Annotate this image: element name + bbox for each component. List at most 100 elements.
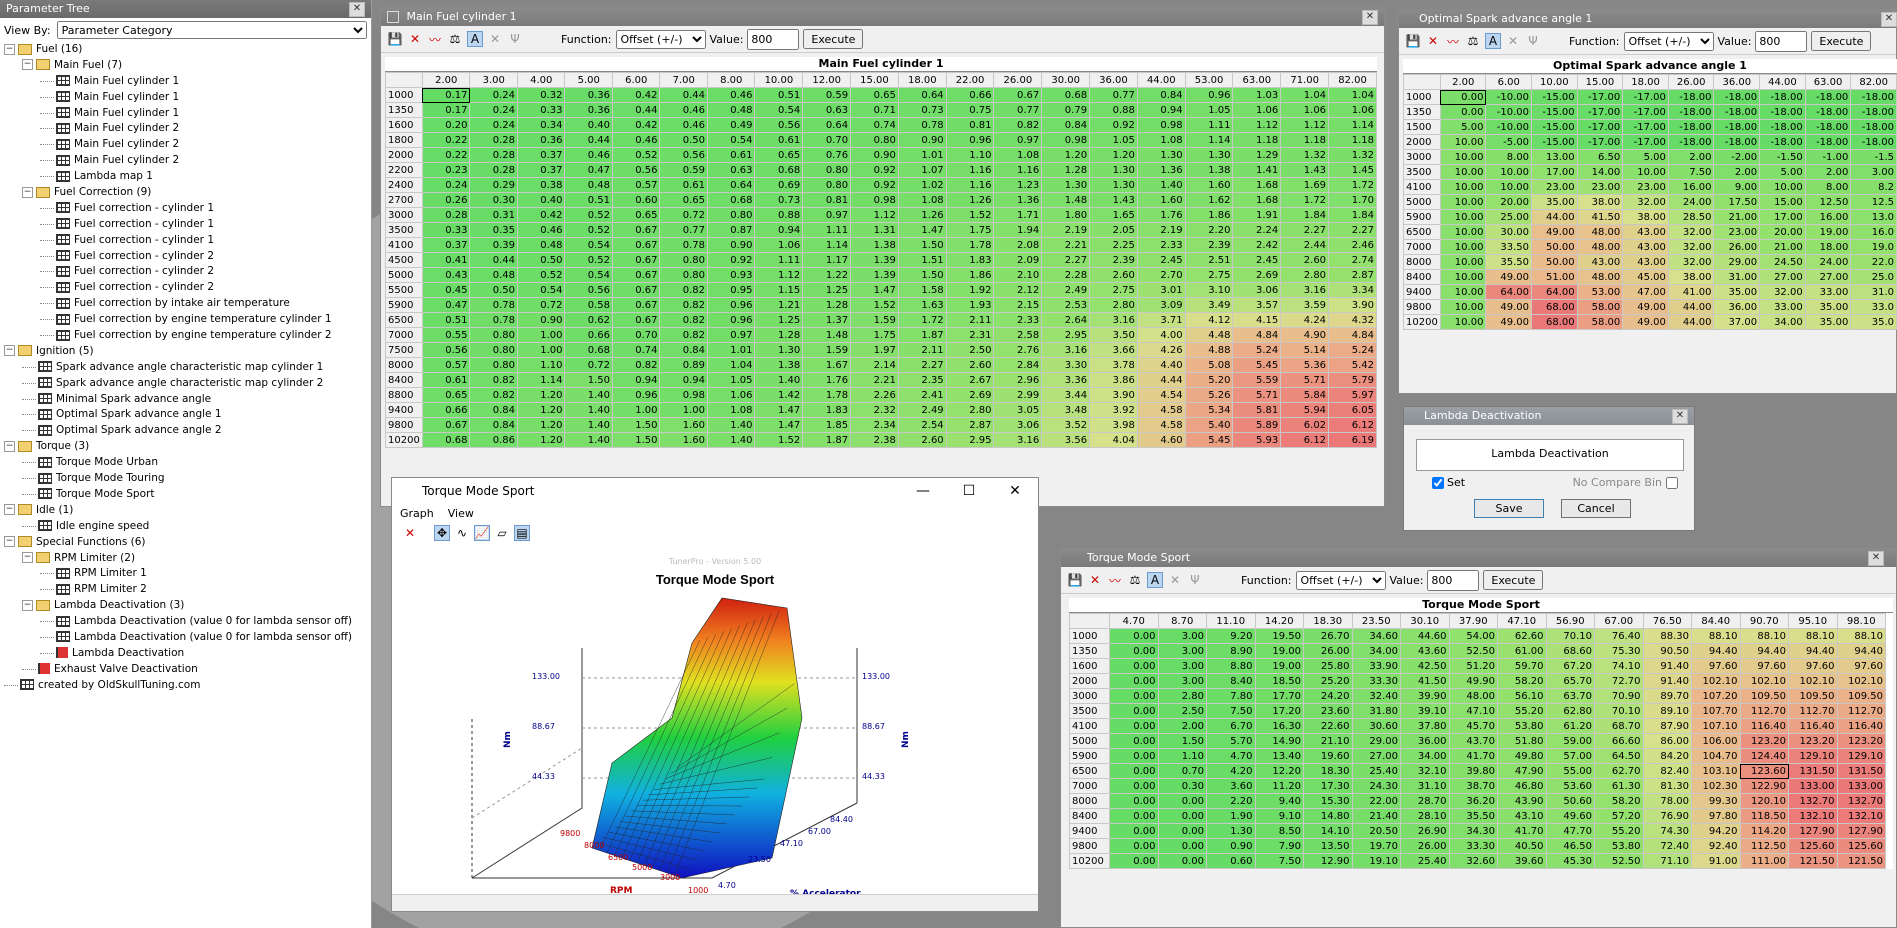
table-cell[interactable]: -18.00: [1667, 89, 1715, 105]
tree-node[interactable]: Spark advance angle characteristic map c…: [4, 360, 371, 376]
table-cell[interactable]: 129.10: [1788, 748, 1838, 764]
table-cell[interactable]: 4.40: [1136, 357, 1186, 373]
table-cell[interactable]: 35.0: [1850, 314, 1897, 330]
table-cell[interactable]: 2.53: [1041, 297, 1091, 313]
table-cell[interactable]: 3.09: [1136, 297, 1186, 313]
table-cell[interactable]: 25.20: [1303, 673, 1353, 689]
table-cell[interactable]: 88.10: [1691, 628, 1741, 644]
table-cell[interactable]: 0.88: [1089, 102, 1138, 118]
table-cell[interactable]: 59.00: [1545, 733, 1595, 749]
table-cell[interactable]: 1.50: [564, 372, 613, 388]
table-cell[interactable]: 0.59: [802, 87, 852, 103]
table-cell[interactable]: 1.20: [516, 417, 566, 433]
table-cell[interactable]: 1.25: [802, 282, 852, 298]
table-cell[interactable]: 45.30: [1545, 853, 1595, 869]
table-cell[interactable]: 0.97: [706, 327, 756, 343]
table-cell[interactable]: 15.30: [1303, 793, 1353, 809]
table-cell[interactable]: 102.10: [1788, 673, 1838, 689]
table-cell[interactable]: -18.00: [1804, 104, 1852, 120]
table-cell[interactable]: 2.49: [1041, 282, 1091, 298]
table-cell[interactable]: 49.00: [1531, 224, 1578, 240]
table-cell[interactable]: 19.50: [1254, 628, 1304, 644]
text-icon[interactable]: A: [467, 31, 483, 47]
table-cell[interactable]: 0.43: [421, 267, 471, 283]
table-cell[interactable]: 0.22: [421, 147, 471, 163]
set-checkbox[interactable]: [1432, 476, 1444, 489]
table-cell[interactable]: 16.00: [1667, 179, 1715, 195]
table-cell[interactable]: 35.00: [1531, 194, 1578, 210]
table-cell[interactable]: 1.70: [1328, 192, 1377, 208]
tree-node[interactable]: Lambda Deactivation (value 0 for lambda …: [4, 630, 371, 646]
table-cell[interactable]: 64.50: [1594, 748, 1644, 764]
table-cell[interactable]: 0.82: [659, 327, 708, 343]
table-cell[interactable]: 5.08: [1184, 357, 1234, 373]
table-cell[interactable]: 97.60: [1691, 658, 1741, 674]
table-cell[interactable]: 5.40: [1184, 417, 1234, 433]
table-cell[interactable]: 45.70: [1448, 718, 1498, 734]
table-cell[interactable]: 1.06: [706, 387, 756, 403]
tree-node[interactable]: RPM Limiter 2: [4, 582, 371, 598]
table-cell[interactable]: 1.00: [659, 402, 708, 418]
close-icon[interactable]: ✕: [1672, 409, 1688, 424]
table-cell[interactable]: 123.20: [1836, 733, 1886, 749]
table-cell[interactable]: 61.30: [1594, 778, 1644, 794]
table-cell[interactable]: 34.00: [1759, 314, 1806, 330]
table-cell[interactable]: 74.30: [1642, 823, 1692, 839]
table-cell[interactable]: 17.50: [1713, 194, 1761, 210]
table-cell[interactable]: 1.69: [1280, 177, 1330, 193]
table-cell[interactable]: 0.98: [659, 387, 708, 403]
table-cell[interactable]: -15.00: [1531, 104, 1578, 120]
table-cell[interactable]: 0.60: [611, 192, 661, 208]
table-cell[interactable]: 14.80: [1303, 808, 1353, 824]
table-cell[interactable]: 7.90: [1254, 838, 1304, 854]
table-cell[interactable]: 2.35: [897, 372, 947, 388]
table-cell[interactable]: 3.44: [1041, 387, 1091, 403]
table-cell[interactable]: 22.60: [1303, 718, 1353, 734]
table-cell[interactable]: 2.80: [1280, 267, 1330, 283]
table-cell[interactable]: 0.52: [611, 147, 661, 163]
table-cell[interactable]: 0.00: [1109, 658, 1159, 674]
table-cell[interactable]: 44.00: [1531, 209, 1578, 225]
table-cell[interactable]: 33.00: [1804, 284, 1852, 300]
table-cell[interactable]: 0.00: [1109, 823, 1159, 839]
table-cell[interactable]: -15.00: [1531, 89, 1578, 105]
collapse-icon[interactable]: −: [4, 345, 15, 357]
table-cell[interactable]: 53.00: [1576, 284, 1624, 300]
table-cell[interactable]: 10.00: [1439, 254, 1487, 270]
tools-icon[interactable]: ✕: [1167, 572, 1183, 588]
table-cell[interactable]: 1.97: [850, 342, 899, 358]
table-cell[interactable]: 0.84: [659, 342, 708, 358]
table-cell[interactable]: 97.80: [1691, 808, 1741, 824]
table-cell[interactable]: 13.50: [1303, 838, 1353, 854]
table-cell[interactable]: 5.36: [1280, 357, 1330, 373]
table-cell[interactable]: 23.00: [1713, 224, 1761, 240]
table-cell[interactable]: 2.84: [993, 357, 1043, 373]
table-cell[interactable]: 2.64: [1041, 312, 1091, 328]
table-cell[interactable]: 0.72: [659, 207, 708, 223]
table-cell[interactable]: 62.70: [1594, 763, 1644, 779]
table-cell[interactable]: 1.32: [1280, 147, 1330, 163]
table-cell[interactable]: 1.10: [1157, 748, 1207, 764]
table-cell[interactable]: 37.80: [1400, 718, 1450, 734]
table-cell[interactable]: -18.00: [1759, 89, 1806, 105]
table-cell[interactable]: 0.65: [659, 192, 708, 208]
table-cell[interactable]: 0.00: [1109, 673, 1159, 689]
tree-node[interactable]: Fuel correction by engine temperature cy…: [4, 328, 371, 344]
close-icon[interactable]: ✕: [1362, 10, 1378, 25]
table-cell[interactable]: 0.81: [802, 192, 852, 208]
table-cell[interactable]: -18.00: [1667, 119, 1715, 135]
table-cell[interactable]: 3.05: [993, 402, 1043, 418]
table-cell[interactable]: 5.94: [1280, 402, 1330, 418]
table-cell[interactable]: 2.12: [993, 282, 1043, 298]
table-cell[interactable]: 1.06: [754, 237, 804, 253]
tree-node[interactable]: Main Fuel cylinder 2: [4, 153, 371, 169]
table-cell[interactable]: 29.00: [1351, 733, 1401, 749]
table-cell[interactable]: 0.34: [516, 117, 566, 133]
table-cell[interactable]: 0.78: [659, 237, 708, 253]
table-cell[interactable]: 88.10: [1739, 628, 1789, 644]
table-cell[interactable]: 9.10: [1254, 808, 1304, 824]
table-cell[interactable]: 7.50: [1667, 164, 1715, 180]
table-cell[interactable]: 1.10: [945, 147, 995, 163]
table-cell[interactable]: -10.00: [1485, 89, 1533, 105]
execute-button[interactable]: Execute: [1811, 31, 1872, 51]
